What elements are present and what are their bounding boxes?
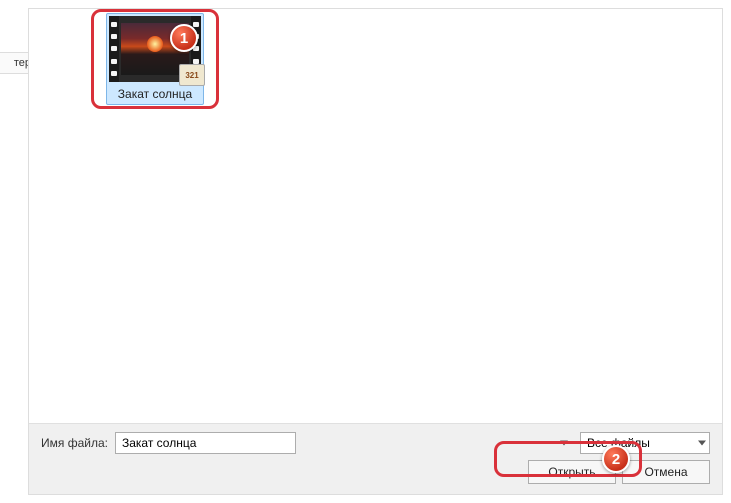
file-selection-box: 321 Закат солнца (106, 13, 204, 105)
open-button[interactable]: Открыть (528, 460, 616, 484)
file-type-filter[interactable] (580, 432, 710, 454)
file-item-label: Закат солнца (114, 86, 196, 102)
filename-input[interactable] (115, 432, 296, 454)
bottom-panel: Имя файла: Открыть Отмена (29, 423, 722, 494)
file-list-area[interactable]: 321 Закат солнца (29, 9, 722, 423)
chevron-down-icon (560, 441, 568, 446)
filename-label: Имя файла: (41, 436, 115, 450)
media-player-badge-icon: 321 (179, 64, 205, 86)
video-thumbnail: 321 (109, 16, 201, 82)
filmstrip-left (109, 16, 119, 82)
file-item-video[interactable]: 321 Закат солнца (95, 13, 215, 105)
file-open-dialog: 321 Закат солнца Имя файла: Открыть Отме… (28, 8, 723, 495)
sun-icon (147, 36, 163, 52)
cancel-button[interactable]: Отмена (622, 460, 710, 484)
